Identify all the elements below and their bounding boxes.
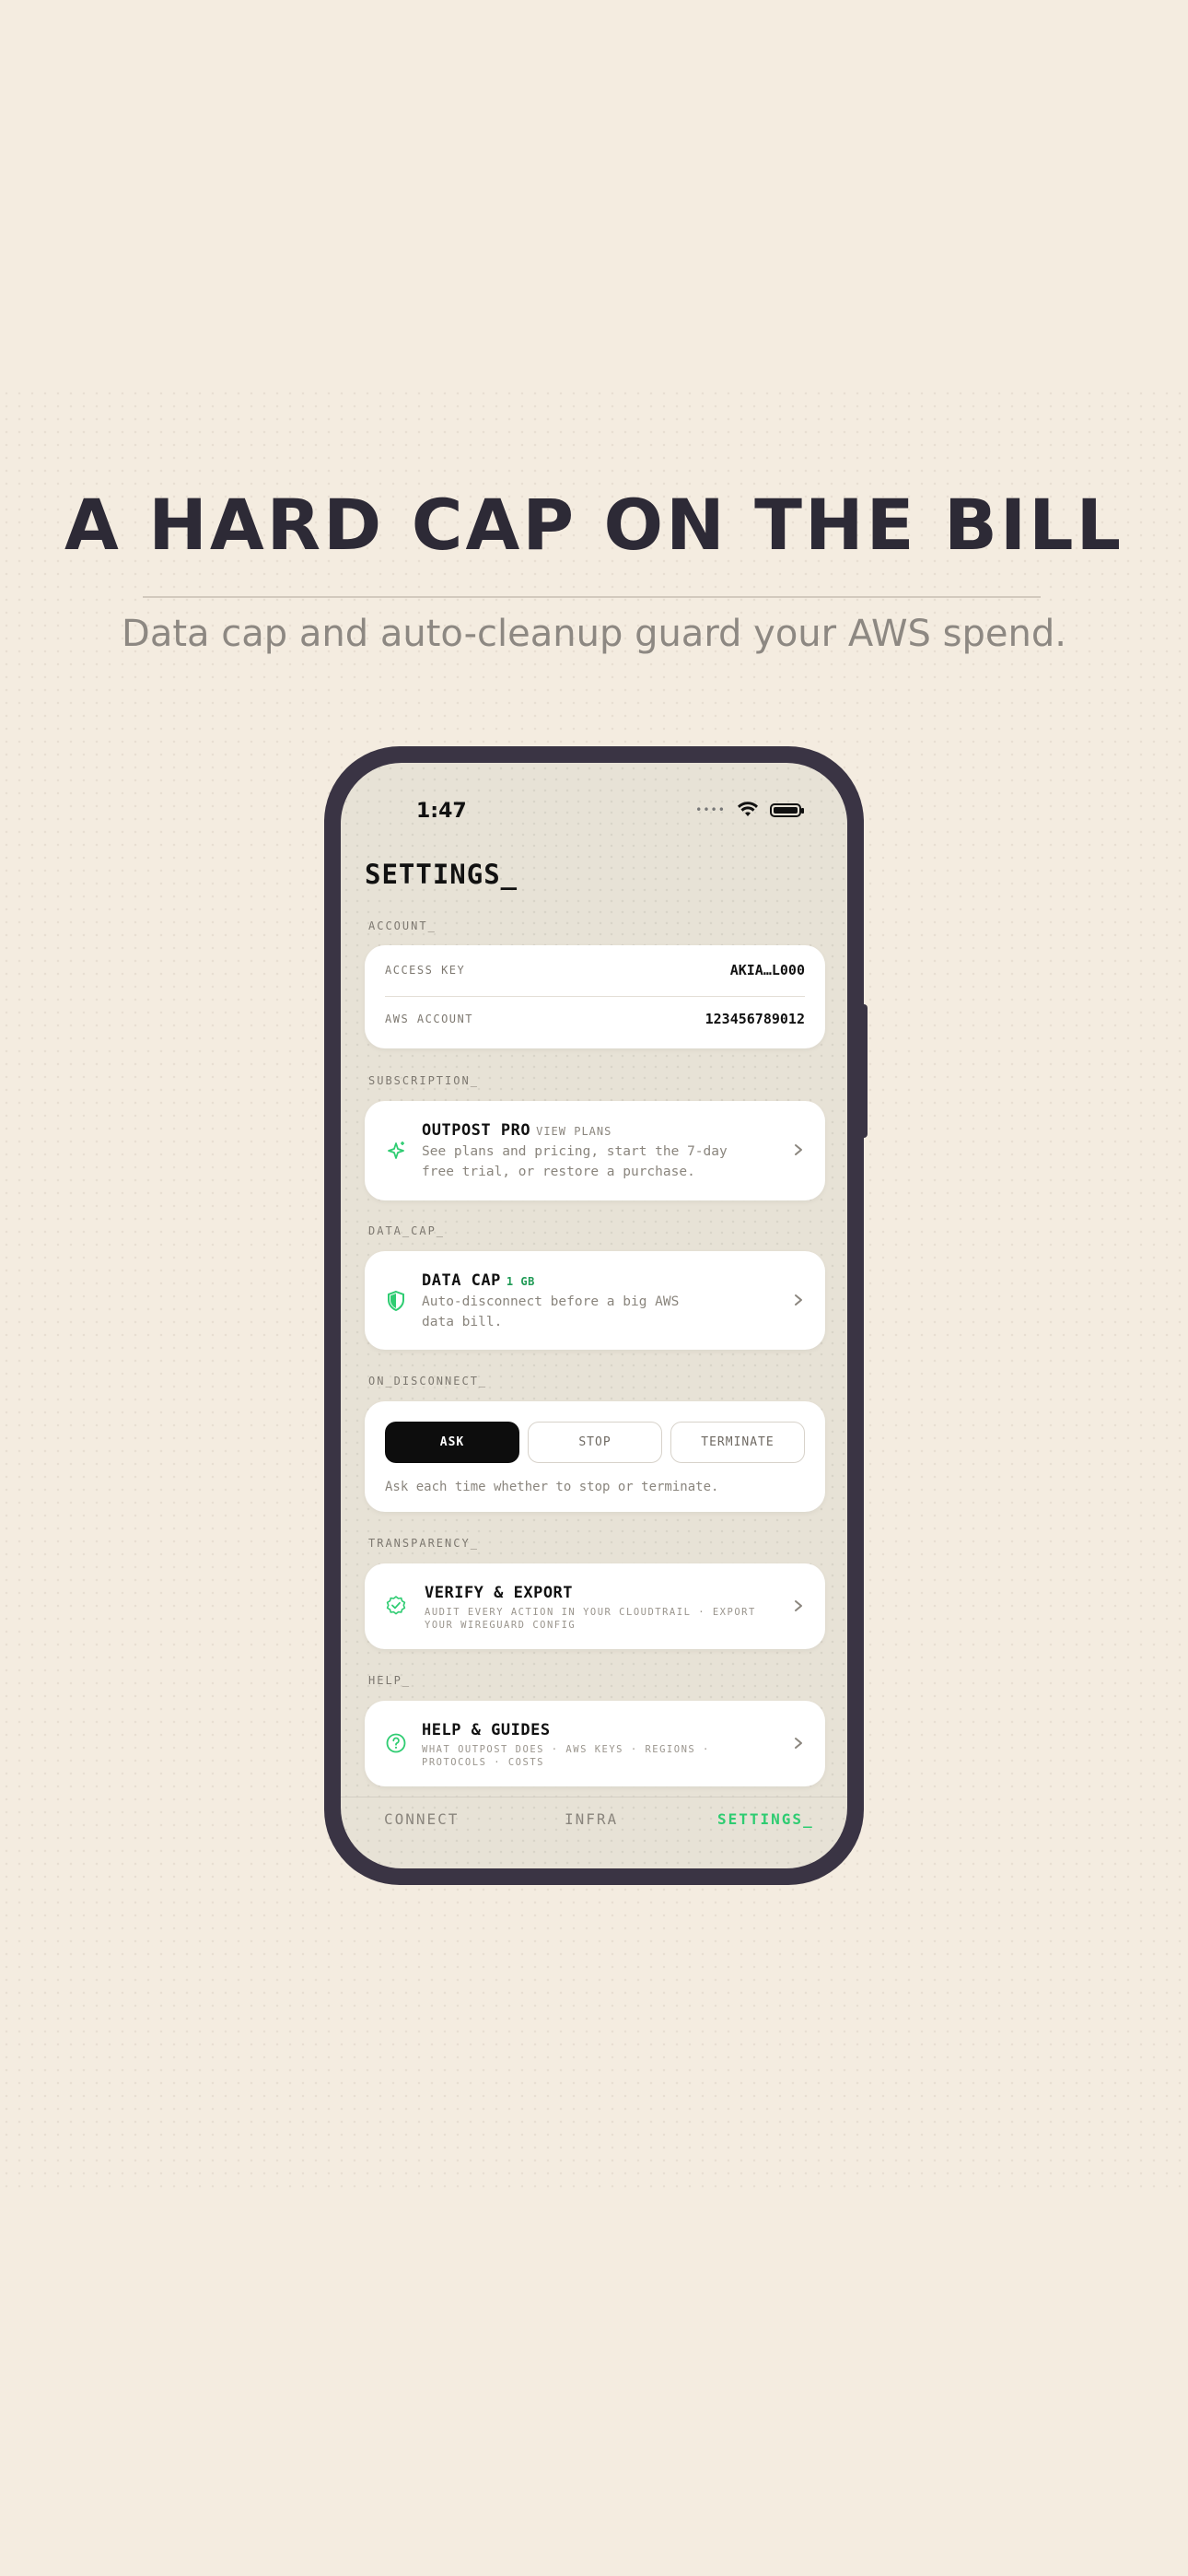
- verify-export-caption: AUDIT EVERY ACTION IN YOUR CLOUDTRAIL · …: [425, 1607, 756, 1631]
- data-cap-value: 1 GB: [506, 1275, 535, 1288]
- status-icons: ••••: [695, 802, 804, 818]
- help-guides-card[interactable]: HELP & GUIDES WHAT OUTPOST DOES · AWS KE…: [365, 1701, 825, 1786]
- view-plans-link[interactable]: VIEW PLANS: [536, 1125, 611, 1138]
- chevron-right-icon: [795, 1600, 802, 1611]
- aws-account-row[interactable]: AWS ACCOUNT 123456789012: [385, 1011, 805, 1027]
- subscription-description: See plans and pricing, start the 7-day f…: [422, 1144, 728, 1179]
- on-disconnect-card: ASK STOP TERMINATE Ask each time whether…: [365, 1401, 825, 1512]
- tab-connect[interactable]: CONNECT: [384, 1810, 459, 1828]
- on-disconnect-hint: Ask each time whether to stop or termina…: [385, 1480, 719, 1494]
- option-stop-button[interactable]: STOP: [528, 1422, 662, 1463]
- phone-frame: 1:47 •••• SETTINGS_ ACCOUNT_ ACCESS KEY …: [324, 746, 864, 1885]
- phone-screen: 1:47 •••• SETTINGS_ ACCOUNT_ ACCESS KEY …: [341, 763, 847, 1868]
- tab-settings[interactable]: SETTINGS_: [717, 1810, 814, 1828]
- account-card: ACCESS KEY AKIA…L000 AWS ACCOUNT 1234567…: [365, 945, 825, 1048]
- verify-export-card[interactable]: VERIFY & EXPORT AUDIT EVERY ACTION IN YO…: [365, 1563, 825, 1649]
- section-label-on-disconnect: ON_DISCONNECT_: [368, 1375, 488, 1388]
- aws-account-label: AWS ACCOUNT: [385, 1013, 473, 1025]
- subscription-card[interactable]: OUTPOST PRO VIEW PLANS See plans and pric…: [365, 1101, 825, 1200]
- subscription-title: OUTPOST PRO: [422, 1121, 531, 1140]
- subscription-title-row: OUTPOST PRO VIEW PLANS: [422, 1121, 611, 1140]
- tab-bar: CONNECT INFRA SETTINGS_: [341, 1797, 847, 1868]
- chevron-right-icon: [795, 1294, 802, 1306]
- aws-account-value: 123456789012: [705, 1011, 805, 1027]
- access-key-row[interactable]: ACCESS KEY AKIA…L000: [385, 962, 805, 978]
- status-time: 1:47: [416, 800, 467, 823]
- help-guides-title: HELP & GUIDES: [422, 1721, 551, 1739]
- access-key-value: AKIA…L000: [729, 962, 805, 978]
- section-label-transparency: TRANSPARENCY_: [368, 1537, 479, 1550]
- headline-divider: [143, 596, 1041, 598]
- help-guides-caption: WHAT OUTPOST DOES · AWS KEYS · REGIONS ·…: [422, 1744, 710, 1768]
- data-cap-description: Auto-disconnect before a big AWS data bi…: [422, 1294, 680, 1329]
- tab-infra[interactable]: INFRA: [565, 1810, 618, 1828]
- account-divider: [385, 996, 805, 997]
- data-cap-title-row: DATA CAP 1 GB: [422, 1271, 535, 1290]
- data-cap-title: DATA CAP: [422, 1271, 501, 1290]
- help-circle-icon: [386, 1733, 406, 1753]
- section-label-data-cap: DATA_CAP_: [368, 1224, 446, 1237]
- option-terminate-button[interactable]: TERMINATE: [670, 1422, 805, 1463]
- section-label-help: HELP_: [368, 1674, 412, 1687]
- verified-badge-icon: [386, 1596, 406, 1615]
- verify-export-title: VERIFY & EXPORT: [425, 1584, 574, 1602]
- data-cap-card[interactable]: DATA CAP 1 GB Auto-disconnect before a bi…: [365, 1251, 825, 1350]
- battery-icon: [770, 802, 804, 817]
- wifi-icon: [738, 802, 758, 816]
- marketing-headline: A HARD CAP ON THE BILL: [64, 484, 1124, 566]
- chevron-right-icon: [795, 1738, 802, 1749]
- section-label-account: ACCOUNT_: [368, 919, 437, 932]
- page-title: SETTINGS_: [365, 859, 518, 890]
- shield-icon: [388, 1290, 404, 1312]
- section-label-subscription: SUBSCRIPTION_: [368, 1074, 479, 1087]
- sparkle-icon: [388, 1142, 404, 1159]
- marketing-subheadline: Data cap and auto-cleanup guard your AWS…: [122, 613, 1066, 655]
- signal-icon: ••••: [695, 803, 726, 816]
- option-ask-button[interactable]: ASK: [385, 1422, 519, 1463]
- access-key-label: ACCESS KEY: [385, 964, 466, 977]
- chevron-right-icon: [795, 1144, 802, 1155]
